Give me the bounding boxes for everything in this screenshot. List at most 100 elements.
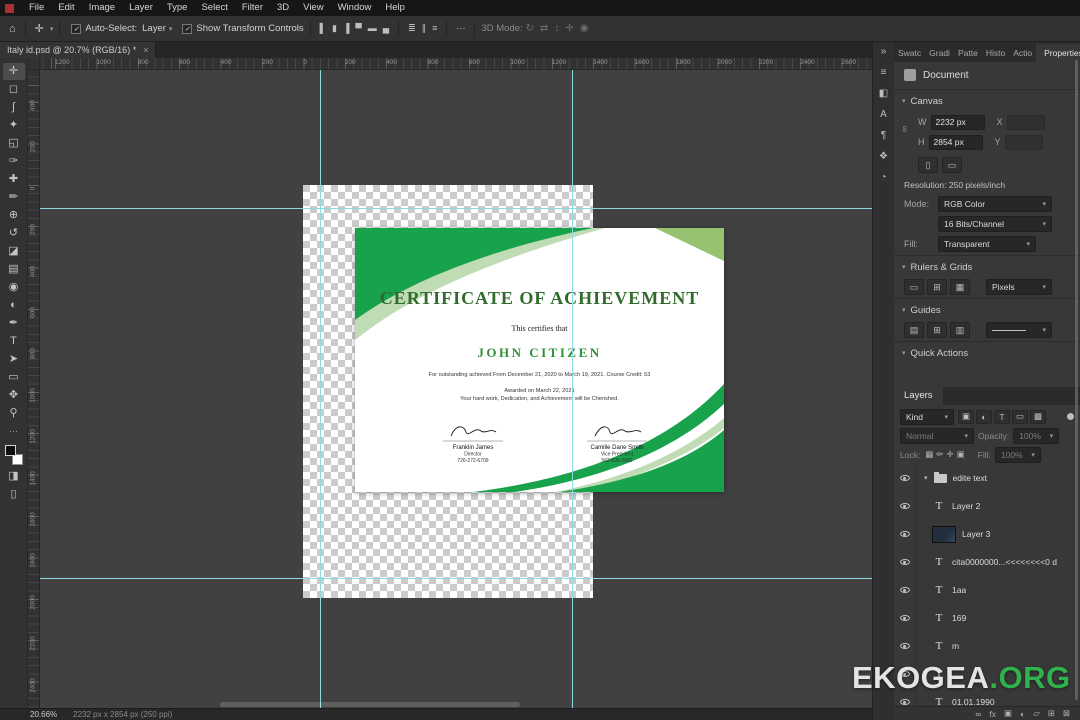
layer-mask-icon[interactable]: ▣ [1004, 708, 1012, 719]
filter-smart-objects-icon[interactable]: ▩ [1030, 409, 1046, 424]
canvas-width-field[interactable]: 2232 px [930, 114, 985, 130]
layer-row[interactable]: Layer 3 [894, 520, 1080, 548]
pen-tool[interactable]: ✒ [3, 315, 25, 332]
document-tab[interactable]: Italy id.psd @ 20.7% (RGB/16) * × [0, 42, 157, 58]
lock-paint-icon[interactable]: ✏ [935, 449, 944, 460]
edit-toolbar-icon[interactable]: ⋯ [3, 423, 25, 440]
toggle-rulers-icon[interactable]: ▭ [904, 279, 924, 295]
rulers-grids-section-header[interactable]: ▾ Rulers & Grids [894, 257, 1080, 277]
align-right-edges-icon[interactable]: ▐ [340, 23, 352, 33]
distribute-spacing-icon[interactable]: ≡ [429, 23, 440, 33]
link-layers-icon[interactable]: ∞ [975, 709, 981, 719]
layer-row[interactable]: T 1aa [894, 576, 1080, 604]
expand-panels-icon[interactable]: » [881, 46, 887, 57]
menu-help[interactable]: Help [378, 0, 412, 16]
canvas-section-header[interactable]: ▾ Canvas [894, 91, 1080, 111]
character-panel-icon[interactable]: A [880, 109, 887, 120]
menu-edit[interactable]: Edit [51, 0, 81, 16]
horizontal-guide[interactable] [40, 208, 872, 209]
history-brush-tool[interactable]: ↺ [3, 225, 25, 242]
tab-layers[interactable]: Layers [894, 387, 943, 405]
layer-visibility-toggle[interactable] [894, 464, 916, 492]
lasso-tool[interactable]: ʃ [3, 99, 25, 116]
show-transform-checkbox[interactable]: ✓ [182, 23, 193, 34]
layer-thumbnail[interactable] [932, 525, 956, 543]
paragraph-panel-icon[interactable]: ¶ [881, 130, 886, 141]
more-options-icon[interactable]: ⋯ [453, 23, 468, 34]
horizontal-ruler[interactable]: 1200 1000 800 600 400 200 0 200 400 600 800 1000 120… [40, 58, 872, 70]
align-horizontal-centers-icon[interactable]: ▮ [329, 23, 340, 33]
quick-selection-tool[interactable]: ✦ [3, 117, 25, 134]
ruler-origin[interactable] [28, 58, 40, 70]
tab-gradi[interactable]: Gradi [925, 44, 954, 62]
rectangle-tool[interactable]: ▭ [3, 369, 25, 386]
landscape-orientation-button[interactable]: ▭ [942, 157, 962, 173]
align-left-edges-icon[interactable]: ▌ [317, 23, 329, 33]
blur-tool[interactable]: ◉ [3, 279, 25, 296]
layer-row[interactable]: Tcita0000000...<<<<<<<<0 d [894, 548, 1080, 576]
add-guides-icon[interactable]: ▤ [904, 322, 924, 338]
menu-3d[interactable]: 3D [270, 0, 296, 16]
group-expand-icon[interactable]: ▾ [924, 474, 928, 482]
layer-visibility-toggle[interactable] [894, 604, 916, 632]
move-tool[interactable]: ✛ [2, 62, 25, 80]
type-tool[interactable]: T [3, 333, 25, 350]
hand-tool[interactable]: ✥ [3, 387, 25, 404]
tab-patte[interactable]: Patte [954, 44, 982, 62]
canvas-height-field[interactable]: 2854 px [928, 134, 983, 150]
guide-layout-icon[interactable]: ⊞ [927, 322, 947, 338]
blend-mode-dropdown[interactable]: Normal ▾ [900, 427, 974, 444]
menu-filter[interactable]: Filter [235, 0, 270, 16]
units-dropdown[interactable]: Pixels ▾ [986, 279, 1052, 295]
canvas-fill-dropdown[interactable]: Transparent ▾ [938, 236, 1036, 252]
crop-tool[interactable]: ◱ [3, 135, 25, 152]
vertical-guide[interactable] [572, 70, 573, 708]
layer-fill-dropdown[interactable]: 100% ▾ [994, 446, 1041, 463]
screen-mode-button[interactable]: ▯ [3, 486, 25, 503]
horizontal-guide[interactable] [40, 578, 872, 579]
menu-file[interactable]: File [22, 0, 51, 16]
filter-type-layers-icon[interactable]: T [994, 409, 1010, 424]
panel-scrollbar[interactable] [1075, 60, 1078, 700]
distribute-horizontal-icon[interactable]: ∥ [419, 23, 430, 33]
lock-all-icon[interactable]: ▣ [956, 449, 966, 460]
align-top-edges-icon[interactable]: ▀ [352, 23, 364, 33]
menu-window[interactable]: Window [331, 0, 379, 16]
quick-mask-button[interactable]: ◨ [3, 468, 25, 485]
path-selection-tool[interactable]: ➤ [3, 351, 25, 368]
guide-style-dropdown[interactable]: ▾ [986, 322, 1052, 338]
layer-row[interactable]: Tm [894, 632, 1080, 660]
spot-healing-tool[interactable]: ✚ [3, 171, 25, 188]
properties-panel-icon[interactable]: ≡ [881, 67, 887, 78]
link-dimensions-icon[interactable]: ∞ [900, 126, 910, 132]
tab-actio[interactable]: Actio [1009, 44, 1036, 62]
vertical-guide[interactable] [320, 70, 321, 708]
toggle-grid-icon[interactable]: ⊞ [927, 279, 947, 295]
new-layer-icon[interactable]: ⊞ [1048, 708, 1055, 719]
eyedropper-tool[interactable]: ✑ [3, 153, 25, 170]
adjustments-panel-icon[interactable]: ◧ [879, 88, 888, 99]
foreground-color-swatch[interactable] [4, 445, 16, 456]
layer-visibility-toggle[interactable] [894, 576, 916, 604]
filter-adjustment-layers-icon[interactable]: ◐ [976, 409, 992, 424]
layer-visibility-toggle[interactable] [894, 548, 916, 576]
toggle-snap-icon[interactable]: ▦ [950, 279, 970, 295]
vertical-ruler[interactable]: 400 200 0 200 400 600 800 1000 1200 1400 1600 1800 2… [28, 70, 40, 708]
rectangular-marquee-tool[interactable]: ◻ [3, 81, 25, 98]
menu-type[interactable]: Type [160, 0, 195, 16]
layer-visibility-toggle[interactable] [894, 520, 916, 548]
menu-view[interactable]: View [296, 0, 330, 16]
filter-pixel-layers-icon[interactable]: ▣ [958, 409, 974, 424]
menu-image[interactable]: Image [82, 0, 122, 16]
lock-transparent-icon[interactable]: ▦ [924, 449, 934, 460]
filter-shape-layers-icon[interactable]: ▭ [1012, 409, 1028, 424]
filter-kind-dropdown[interactable]: Kind ▾ [900, 408, 954, 425]
home-icon[interactable]: ⌂ [6, 23, 19, 35]
clear-guides-icon[interactable]: ▥ [950, 322, 970, 338]
tab-histo[interactable]: Histo [982, 44, 1009, 62]
document-viewport[interactable]: CERTIFICATE OF ACHIEVEMENT This certifie… [40, 70, 872, 708]
gradient-tool[interactable]: ▤ [3, 261, 25, 278]
color-mode-dropdown[interactable]: RGB Color ▾ [938, 196, 1052, 212]
glyphs-panel-icon[interactable]: ❖ [879, 151, 888, 162]
align-vertical-centers-icon[interactable]: ▬ [365, 23, 380, 33]
